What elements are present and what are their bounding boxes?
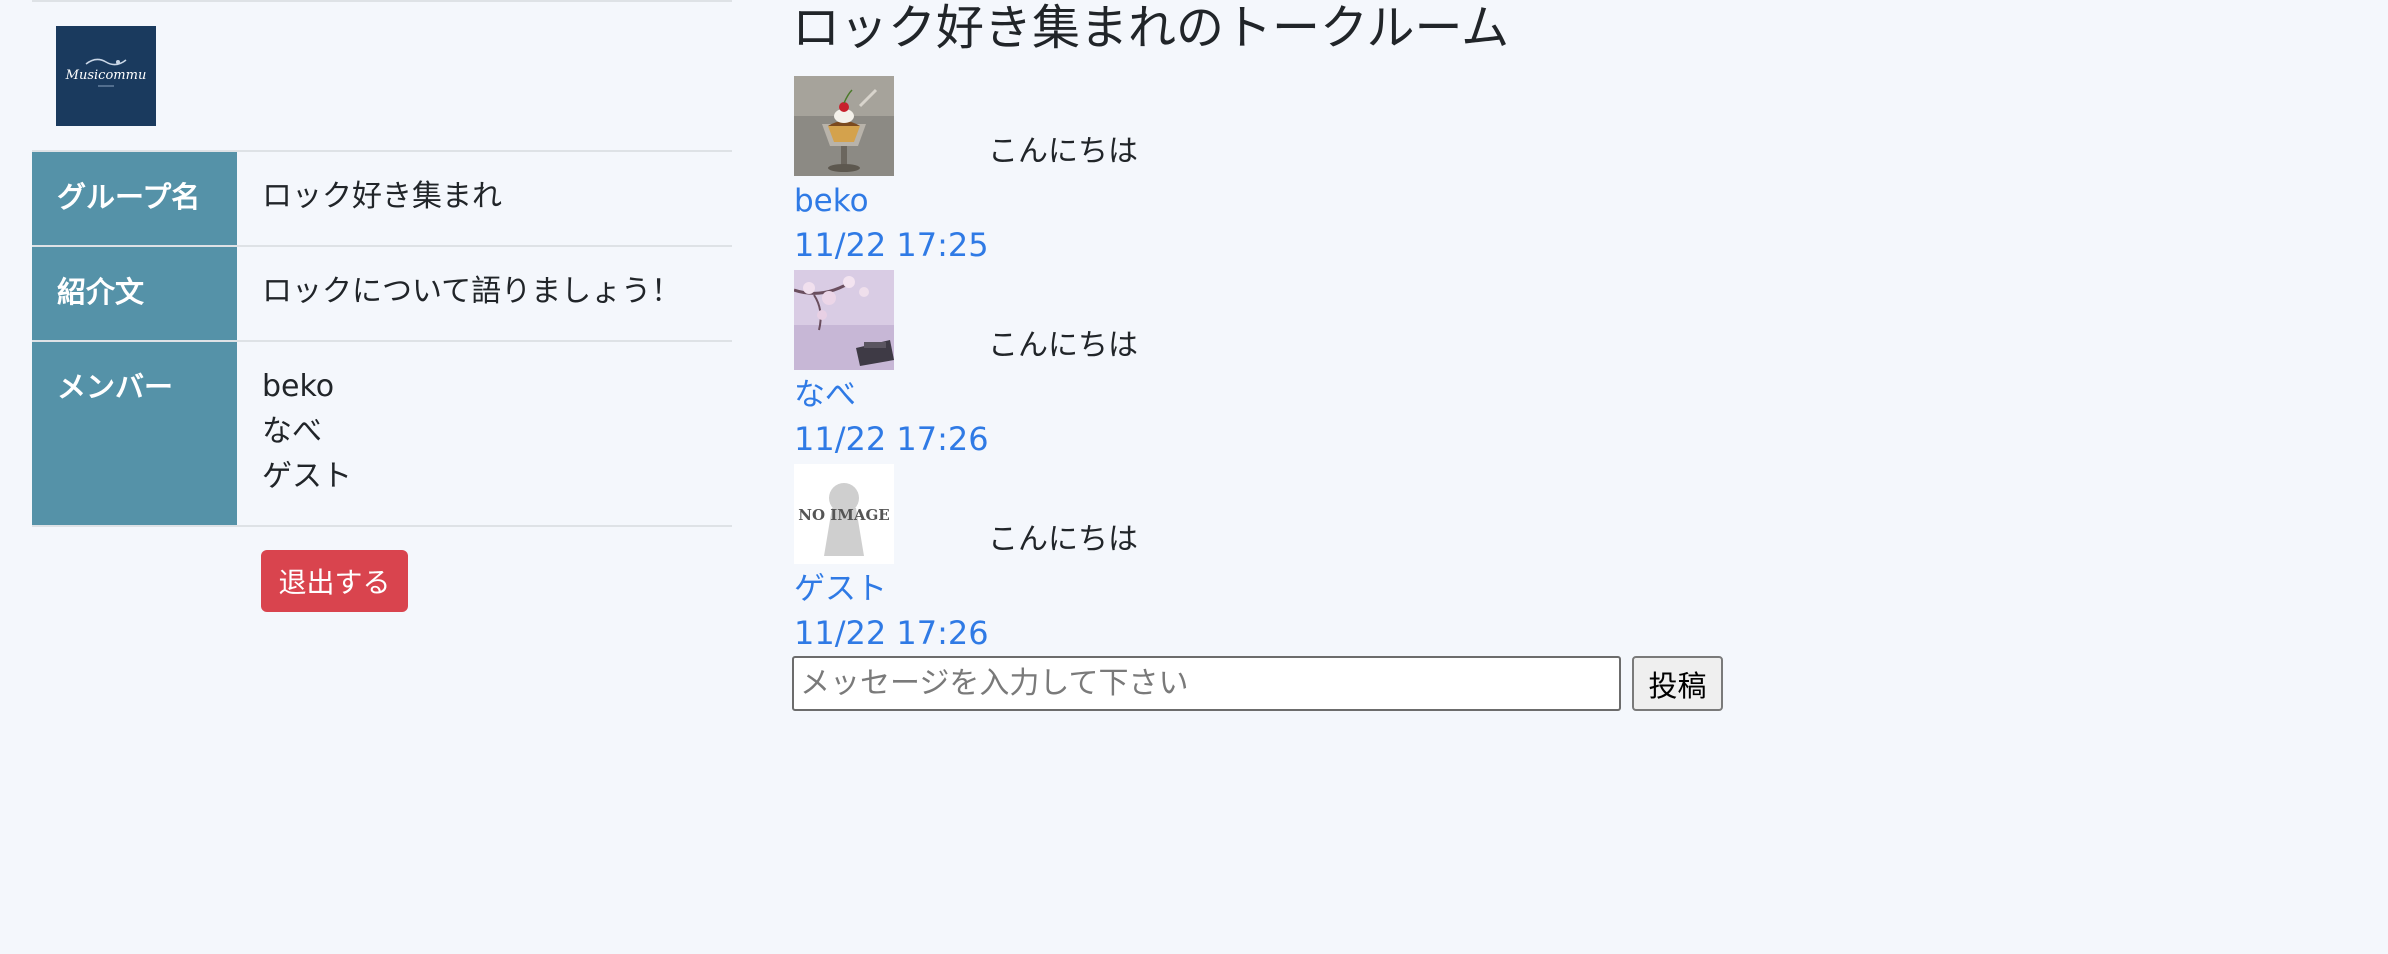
avatar[interactable]: NO IMAGE (794, 464, 894, 564)
group-name-value: ロック好き集まれ (237, 151, 732, 246)
message-timestamp: 11/22 17:25 (794, 226, 989, 264)
group-intro-value: ロックについて語りましょう！ (237, 246, 732, 341)
group-members-row: メンバー beko なべ ゲスト (32, 341, 732, 526)
message-input[interactable] (792, 656, 1621, 711)
group-name-row: グループ名 ロック好き集まれ (32, 151, 732, 246)
message-timestamp: 11/22 17:26 (794, 614, 989, 652)
avatar[interactable] (794, 76, 894, 176)
message-text: こんにちは (988, 522, 1138, 557)
chat-message: こんにちは beko 11/22 17:25 (792, 76, 1392, 266)
group-name-label: グループ名 (32, 151, 237, 246)
page-title: ロック好き集まれのトークルーム (792, 0, 1510, 56)
group-info-table: グループ名 ロック好き集まれ 紹介文 ロックについて語りましょう！ メンバー b… (32, 150, 732, 527)
message-timestamp: 11/22 17:26 (794, 420, 989, 458)
no-image-text: NO IMAGE (798, 506, 890, 524)
logo-graphic: Musicommu (56, 26, 156, 126)
page: Musicommu グループ名 ロック好き集まれ 紹介文 ロックについて語りまし… (0, 0, 2388, 954)
group-intro-label: 紹介文 (32, 246, 237, 341)
member-list: beko なべ ゲスト (237, 341, 732, 526)
chat-message: NO IMAGE こんにちは ゲスト 11/22 17:26 (792, 464, 1392, 654)
message-user-link[interactable]: ゲスト (794, 568, 887, 610)
cherry-blossom-photo-icon (794, 270, 894, 370)
message-user-link[interactable]: なべ (794, 374, 856, 416)
avatar[interactable] (794, 270, 894, 370)
leave-group-button[interactable]: 退出する (261, 550, 408, 612)
member-item: なべ (262, 414, 322, 449)
message-user-link[interactable]: beko (794, 180, 869, 222)
member-item: ゲスト (262, 459, 352, 494)
group-members-label: メンバー (32, 341, 237, 526)
logo-icon[interactable]: Musicommu (56, 26, 156, 126)
chat-message: こんにちは なべ 11/22 17:26 (792, 270, 1392, 460)
member-item: beko (262, 369, 335, 404)
divider (32, 0, 732, 2)
post-button[interactable]: 投稿 (1632, 656, 1723, 711)
message-text: こんにちは (988, 134, 1138, 169)
message-text: こんにちは (988, 328, 1138, 363)
logo-text: Musicommu (65, 68, 147, 83)
group-intro-row: 紹介文 ロックについて語りましょう！ (32, 246, 732, 341)
pudding-photo-icon (794, 76, 894, 176)
no-image-placeholder-icon: NO IMAGE (794, 464, 894, 564)
